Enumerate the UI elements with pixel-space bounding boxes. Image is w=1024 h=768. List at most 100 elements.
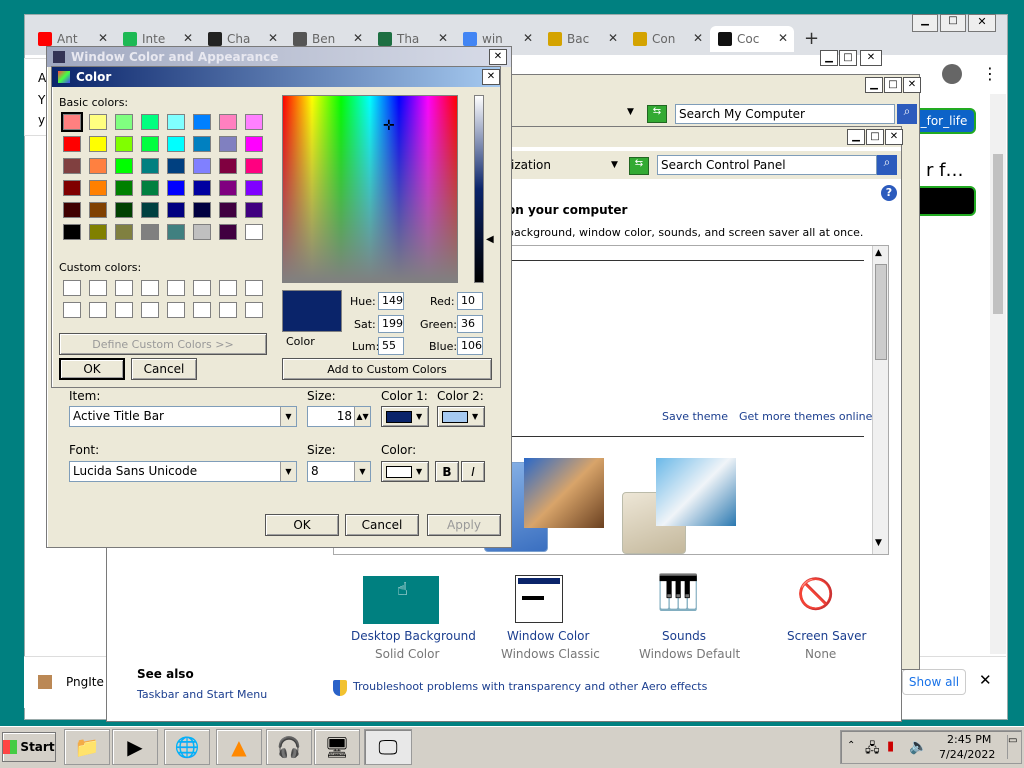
basic-color-swatch[interactable] [219, 114, 237, 130]
control-panel-search-icon[interactable]: ⌕ [877, 155, 897, 175]
my-computer-close[interactable]: ✕ [903, 77, 921, 93]
basic-color-swatch[interactable] [141, 158, 159, 174]
my-computer-maximize[interactable]: □ [884, 77, 902, 93]
control-panel-maximize[interactable]: □ [866, 129, 884, 145]
browser-maximize-button[interactable]: □ [940, 14, 966, 32]
custom-color-swatch[interactable] [219, 280, 237, 296]
my-computer-dropdown-icon[interactable]: ▼ [627, 107, 634, 117]
basic-color-swatch[interactable] [115, 202, 133, 218]
volume-tray-icon[interactable]: 🔈 [909, 737, 928, 755]
font-color-button[interactable]: ▼ [381, 461, 429, 482]
basic-color-swatch[interactable] [63, 136, 81, 152]
browser-scroll-thumb[interactable] [993, 154, 1003, 314]
basic-color-swatch[interactable] [89, 114, 107, 130]
my-computer-minimize[interactable]: ▁ [865, 77, 883, 93]
define-custom-colors-button[interactable]: Define Custom Colors >> [59, 333, 267, 355]
control-panel-address-input[interactable]: ization [507, 155, 625, 175]
basic-color-swatch[interactable] [63, 224, 81, 240]
basic-color-swatch[interactable] [141, 114, 159, 130]
get-more-themes-link[interactable]: Get more themes online [739, 410, 872, 423]
control-panel-minimize[interactable]: ▁ [847, 129, 865, 145]
item-size-stepper[interactable]: 18 ▲▼ [307, 406, 371, 427]
luminosity-slider[interactable] [474, 95, 484, 283]
screen-saver-icon[interactable]: 🚫 [797, 577, 834, 612]
color2-button[interactable]: ▼ [437, 406, 485, 427]
start-button[interactable]: Start [2, 732, 56, 762]
stacked-window-minimize[interactable]: ▁ [820, 50, 838, 66]
control-panel-go-button[interactable]: ⇆ [629, 157, 649, 175]
browser-tab[interactable]: Bac ✕ [540, 26, 624, 52]
custom-color-swatch[interactable] [141, 280, 159, 296]
battery-tray-icon[interactable]: ▮ [887, 739, 894, 754]
basic-color-swatch[interactable] [193, 180, 211, 196]
themes-scroll-down[interactable]: ▼ [875, 538, 882, 548]
custom-color-swatch[interactable] [115, 302, 133, 318]
my-computer-search-icon[interactable]: ⌕ [897, 104, 917, 124]
lum-input[interactable]: 55 [378, 337, 404, 355]
control-panel-address-dropdown-icon[interactable]: ▼ [611, 160, 618, 170]
basic-color-swatch[interactable] [89, 136, 107, 152]
basic-color-swatch[interactable] [245, 224, 263, 240]
sat-input[interactable]: 199 [378, 315, 404, 333]
sounds-icon[interactable]: 🎹 [657, 573, 699, 613]
hue-input[interactable]: 149 [378, 292, 404, 310]
audio-taskbar-icon[interactable]: 🎧 [266, 729, 312, 765]
blue-input[interactable]: 106 [457, 337, 483, 355]
my-computer-search-input[interactable]: Search My Computer [675, 104, 895, 124]
basic-color-swatch[interactable] [219, 158, 237, 174]
custom-color-swatch[interactable] [89, 280, 107, 296]
sounds-link[interactable]: Sounds [662, 629, 706, 643]
tab-close-icon[interactable]: ✕ [608, 31, 618, 45]
basic-color-swatch[interactable] [245, 136, 263, 152]
basic-color-swatch[interactable] [167, 158, 185, 174]
control-panel-search-input[interactable]: Search Control Panel [657, 155, 877, 175]
basic-color-swatch[interactable] [63, 180, 81, 196]
basic-color-swatch[interactable] [219, 180, 237, 196]
basic-color-swatch[interactable] [167, 202, 185, 218]
color-cancel-button[interactable]: Cancel [131, 358, 197, 380]
tab-close-icon[interactable]: ✕ [268, 31, 278, 45]
wca-apply-button[interactable]: Apply [427, 514, 501, 536]
network-tray-icon[interactable]: 🖧 [865, 739, 880, 761]
basic-color-swatch[interactable] [167, 114, 185, 130]
color-close-button[interactable]: ✕ [482, 69, 500, 85]
display-settings-taskbar-icon[interactable]: 🖵 [364, 729, 412, 765]
basic-color-swatch[interactable] [219, 202, 237, 218]
basic-color-swatch[interactable] [141, 202, 159, 218]
vlc-taskbar-icon[interactable]: ▲ [216, 729, 262, 765]
basic-color-swatch[interactable] [167, 224, 185, 240]
tab-close-icon[interactable]: ✕ [183, 31, 193, 45]
window-color-icon[interactable] [515, 575, 563, 623]
basic-color-swatch[interactable] [219, 136, 237, 152]
basic-color-swatch[interactable] [141, 136, 159, 152]
screen-saver-link[interactable]: Screen Saver [787, 629, 866, 643]
custom-color-swatch[interactable] [167, 280, 185, 296]
basic-color-swatch[interactable] [63, 158, 81, 174]
basic-color-swatch[interactable] [141, 224, 159, 240]
basic-color-swatch[interactable] [193, 158, 211, 174]
tab-close-icon[interactable]: ✕ [523, 31, 533, 45]
basic-color-swatch[interactable] [61, 112, 83, 132]
wca-ok-button[interactable]: OK [265, 514, 339, 536]
control-panel-close[interactable]: ✕ [885, 129, 903, 145]
basic-color-swatch[interactable] [89, 158, 107, 174]
tray-expand-icon[interactable]: ⌃ [847, 740, 855, 751]
custom-color-swatch[interactable] [63, 280, 81, 296]
basic-color-swatch[interactable] [219, 224, 237, 240]
basic-color-swatch[interactable] [167, 136, 185, 152]
font-select[interactable]: Lucida Sans Unicode ▼ [69, 461, 297, 482]
tab-close-icon[interactable]: ✕ [98, 31, 108, 45]
browser-tab[interactable]: Coc ✕ [710, 26, 794, 52]
show-desktop-button[interactable]: ▭ [1007, 735, 1019, 759]
basic-color-swatch[interactable] [167, 180, 185, 196]
browser-tab[interactable]: Con ✕ [625, 26, 709, 52]
color-ok-button[interactable]: OK [59, 358, 125, 380]
bold-toggle[interactable]: B [435, 461, 459, 482]
profile-icon[interactable] [942, 64, 962, 84]
font-select-dropdown-icon[interactable]: ▼ [280, 462, 296, 481]
stacked-window-close[interactable]: ✕ [860, 50, 882, 66]
show-all-button[interactable]: Show all [902, 669, 966, 695]
close-download-bar-icon[interactable]: ✕ [979, 671, 992, 689]
control-panel-taskbar-icon[interactable]: 🖥 [314, 729, 360, 765]
basic-color-swatch[interactable] [141, 180, 159, 196]
